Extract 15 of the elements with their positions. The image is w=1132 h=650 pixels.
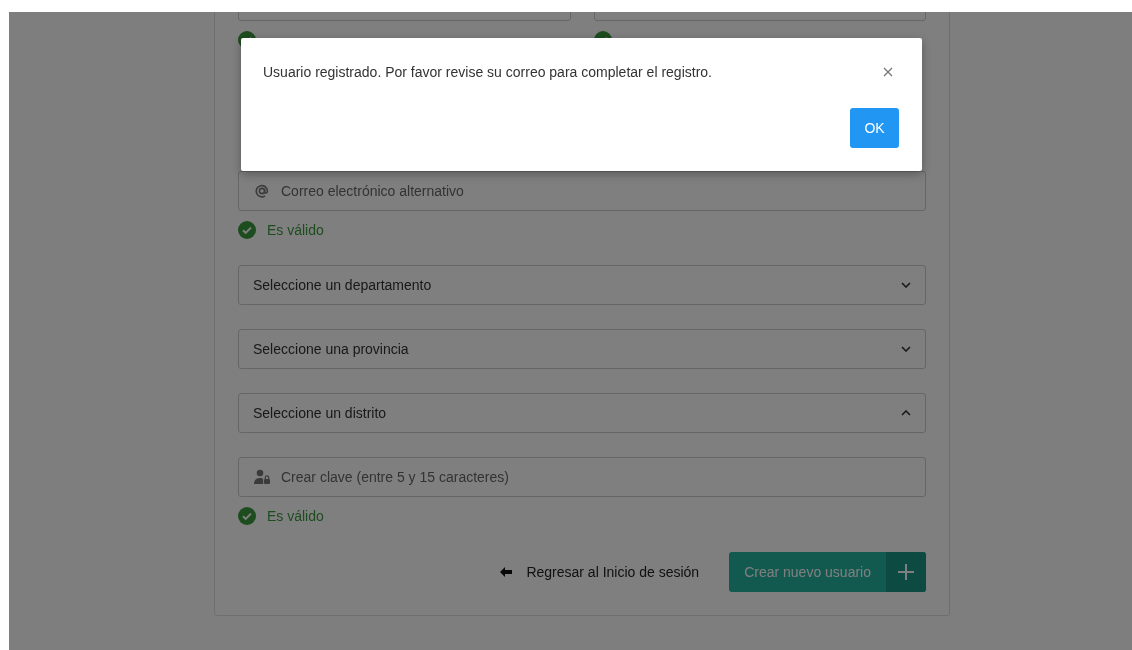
plus-icon	[898, 564, 914, 580]
validation-message: Es válido	[267, 508, 324, 524]
back-link[interactable]: Regresar al Inicio de sesión	[500, 564, 700, 580]
arrow-left-icon	[500, 567, 513, 577]
select-field[interactable]: Seleccione un distrito	[238, 393, 926, 433]
close-icon[interactable]	[883, 67, 893, 77]
at-sign-icon	[253, 183, 271, 199]
check-icon	[238, 221, 256, 239]
select-field[interactable]: Seleccione una provincia	[238, 329, 926, 369]
check-icon	[238, 507, 256, 525]
validation-message: Es válido	[267, 222, 324, 238]
select-field[interactable]: Seleccione un departamento	[238, 265, 926, 305]
ok-button[interactable]: OK	[850, 108, 899, 148]
dialog-message: Usuario registrado. Por favor revise su correo para completar el registro.	[263, 64, 712, 80]
user-lock-icon	[253, 469, 271, 485]
